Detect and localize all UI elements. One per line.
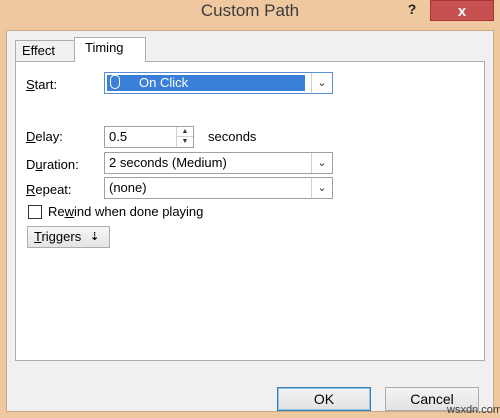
delay-units: seconds xyxy=(208,129,257,144)
triggers-label: Triggers xyxy=(34,227,81,247)
repeat-value: (none) xyxy=(109,180,147,195)
chevron-down-icon[interactable]: ⌄ xyxy=(311,153,332,173)
duration-label-accel: u xyxy=(35,157,43,172)
start-value: On Click xyxy=(139,75,189,90)
tab-timing[interactable]: Timing xyxy=(74,37,146,62)
watermark: wsxdn.com xyxy=(447,404,500,416)
triggers-button[interactable]: Triggers ⇣ xyxy=(27,226,110,248)
duration-label-text: ration: xyxy=(42,157,79,172)
chevron-down-icon[interactable]: ⌄ xyxy=(311,178,332,198)
delay-label: Delay: xyxy=(26,129,63,144)
repeat-label-text: epeat: xyxy=(35,182,72,197)
dialog-window: Custom Path ? x Effect Timing Start: On … xyxy=(0,0,500,418)
help-button[interactable]: ? xyxy=(404,0,420,18)
rewind-label[interactable]: Rewind when done playing xyxy=(48,204,203,219)
start-label-text: tart: xyxy=(34,77,58,92)
repeat-label-accel: R xyxy=(26,182,36,197)
spin-down-button[interactable]: ▼ xyxy=(177,137,193,147)
start-selected-item: On Click xyxy=(107,75,305,91)
rewind-label-accel: w xyxy=(64,204,75,219)
spin-up-button[interactable]: ▲ xyxy=(177,127,193,137)
start-label: Start: xyxy=(26,77,57,92)
duration-label: Duration: xyxy=(26,157,79,172)
delay-value[interactable]: 0.5 xyxy=(109,127,127,147)
triggers-label-text: riggers xyxy=(41,229,82,244)
tab-effect[interactable]: Effect xyxy=(15,40,75,61)
double-chevron-down-icon: ⇣ xyxy=(90,231,100,243)
duration-value: 2 seconds (Medium) xyxy=(109,155,227,170)
start-label-accel: S xyxy=(26,77,35,92)
chevron-down-icon[interactable]: ⌄ xyxy=(311,73,332,93)
spin-arrows-icon: ▲ ▼ xyxy=(176,127,193,147)
duration-label-pre: D xyxy=(26,157,36,172)
repeat-label: Repeat: xyxy=(26,182,72,197)
ok-button[interactable]: OK xyxy=(277,387,371,411)
delay-label-text: elay: xyxy=(35,129,63,144)
dialog-client: Effect Timing Start: On Click ⌄ Delay: 0… xyxy=(6,30,494,412)
rewind-checkbox[interactable] xyxy=(28,205,42,219)
rewind-label-pre: Re xyxy=(48,204,65,219)
close-button[interactable]: x xyxy=(430,0,494,21)
timing-panel: Start: On Click ⌄ Delay: 0.5 ▲ ▼ seconds… xyxy=(15,61,485,361)
window-title: Custom Path xyxy=(200,1,300,20)
duration-dropdown[interactable]: 2 seconds (Medium) ⌄ xyxy=(104,152,333,174)
title-bar: Custom Path ? x xyxy=(0,0,500,26)
mouse-icon xyxy=(110,75,120,89)
delay-label-accel: D xyxy=(26,129,36,144)
repeat-dropdown[interactable]: (none) ⌄ xyxy=(104,177,333,199)
delay-spinner[interactable]: 0.5 ▲ ▼ xyxy=(104,126,194,148)
rewind-label-text: ind when done playing xyxy=(74,204,204,219)
start-dropdown[interactable]: On Click ⌄ xyxy=(104,72,333,94)
